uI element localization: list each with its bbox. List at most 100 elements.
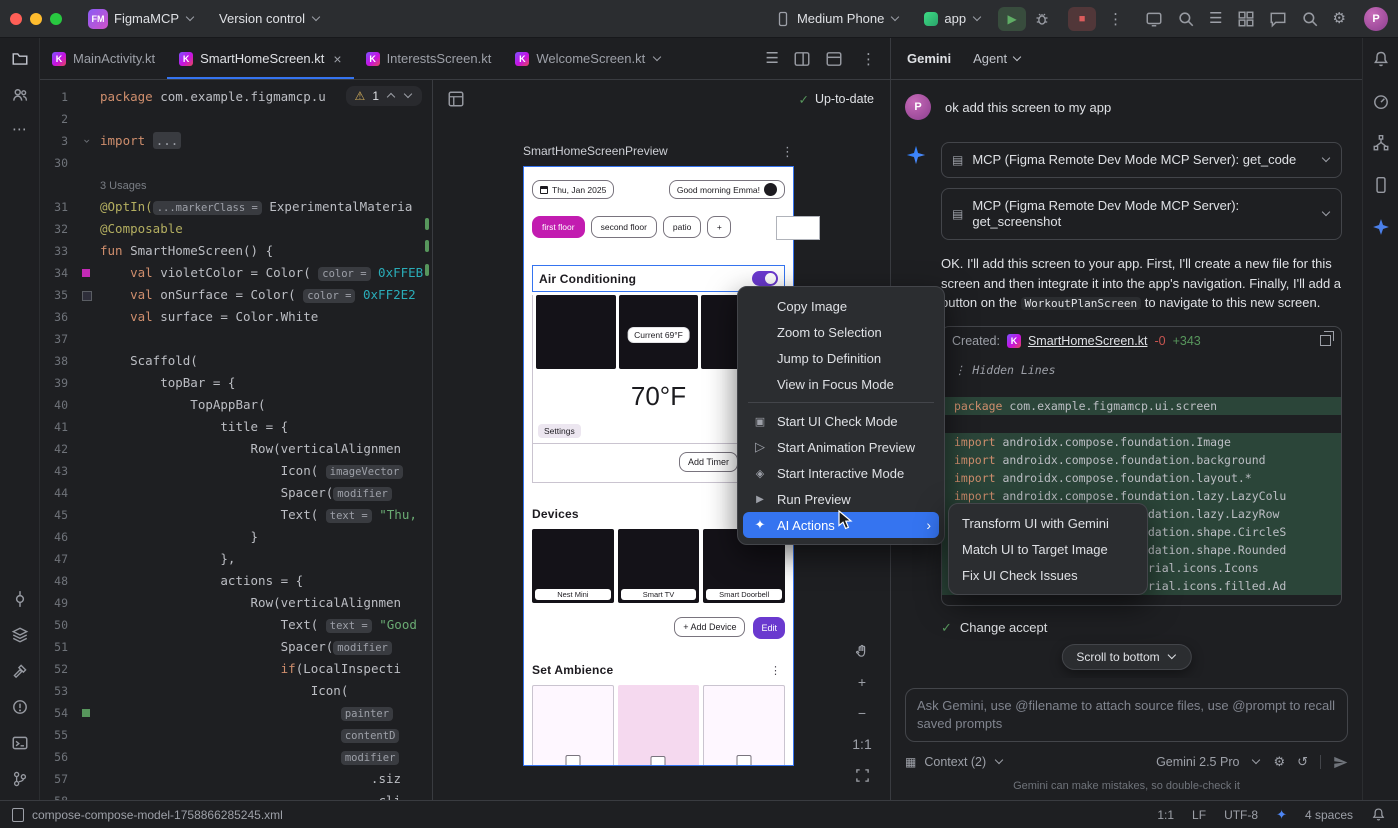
- editor-tab[interactable]: K MainActivity.kt: [40, 38, 167, 79]
- problems-icon[interactable]: [11, 698, 29, 716]
- minimize-window-button[interactable]: [30, 13, 42, 25]
- structure-icon[interactable]: [1372, 134, 1390, 152]
- pan-tool-icon[interactable]: [850, 640, 874, 662]
- ac-image-tile[interactable]: [536, 295, 616, 369]
- next-problem-icon[interactable]: [404, 90, 412, 98]
- project-folder-icon[interactable]: [11, 50, 29, 68]
- context-chip[interactable]: Context (2): [924, 755, 986, 769]
- tool-call-card[interactable]: ▤ MCP (Figma Remote Dev Mode MCP Server)…: [941, 142, 1342, 178]
- version-control-icon[interactable]: [11, 770, 29, 788]
- send-icon[interactable]: [1333, 755, 1348, 770]
- greeting-chip[interactable]: Good morning Emma!: [669, 180, 785, 199]
- ambience-more-icon[interactable]: ⋮: [770, 664, 781, 677]
- tab-agent[interactable]: Agent: [973, 51, 1022, 66]
- terminal-icon[interactable]: [11, 734, 29, 752]
- menu-item[interactable]: Run Preview: [743, 486, 939, 512]
- more-tools-icon[interactable]: ⋯: [12, 122, 27, 138]
- tab-gemini[interactable]: Gemini: [907, 51, 951, 66]
- expand-chevron-icon[interactable]: [1322, 154, 1330, 162]
- add-device-button[interactable]: + Add Device: [674, 617, 745, 637]
- preview-more-icon[interactable]: ⋮: [781, 144, 794, 160]
- ambience-tile[interactable]: [532, 685, 614, 766]
- submenu-item[interactable]: Fix UI Check Issues: [954, 562, 1142, 588]
- editor-tab[interactable]: K WelcomeScreen.kt: [503, 38, 674, 79]
- build-icon[interactable]: [11, 662, 29, 680]
- layers-icon[interactable]: [11, 626, 29, 644]
- floor-chip[interactable]: first floor: [532, 216, 585, 238]
- status-indent[interactable]: 4 spaces: [1305, 808, 1353, 822]
- floor-chip[interactable]: second floor: [591, 216, 657, 238]
- ambience-tile[interactable]: [703, 685, 785, 766]
- maximize-window-button[interactable]: [50, 13, 62, 25]
- stop-button[interactable]: ■: [1068, 7, 1096, 31]
- zoom-out-button[interactable]: −: [850, 702, 874, 724]
- search-everywhere-icon[interactable]: [1301, 10, 1319, 28]
- date-chip[interactable]: Thu, Jan 2025: [532, 180, 614, 199]
- settings-label[interactable]: Settings: [538, 424, 581, 438]
- menu-item[interactable]: Start Interactive Mode: [743, 460, 939, 486]
- ambience-tile[interactable]: [618, 685, 698, 766]
- status-line-separator[interactable]: LF: [1192, 808, 1206, 822]
- inspections-widget[interactable]: ⚠ 1: [346, 86, 422, 106]
- editor-tab[interactable]: K SmartHomeScreen.kt ×: [167, 38, 353, 79]
- device-selector[interactable]: Medium Phone: [767, 7, 908, 31]
- project-widget[interactable]: FM FigmaMCP: [80, 5, 203, 33]
- menu-item[interactable]: Copy Image: [743, 293, 939, 319]
- menu-item[interactable]: Start Animation Preview: [743, 434, 939, 460]
- expand-chevron-icon[interactable]: [1322, 208, 1330, 216]
- fit-screen-button[interactable]: [850, 764, 874, 786]
- previous-problem-icon[interactable]: [387, 92, 395, 100]
- profiler-icon[interactable]: [1372, 92, 1390, 110]
- submenu-item[interactable]: Transform UI with Gemini: [954, 510, 1142, 536]
- device-mirroring-icon[interactable]: [1145, 10, 1163, 28]
- model-selector[interactable]: Gemini 2.5 Pro: [1156, 755, 1239, 769]
- history-icon[interactable]: ↺: [1297, 754, 1308, 770]
- editor-tab[interactable]: K InterestsScreen.kt: [354, 38, 504, 79]
- commit-icon[interactable]: [11, 590, 29, 608]
- gemini-prompt-input[interactable]: Ask Gemini, use @filename to attach sour…: [905, 688, 1348, 742]
- ai-chat-icon[interactable]: [1269, 10, 1287, 28]
- status-encoding[interactable]: UTF-8: [1224, 808, 1258, 822]
- run-config-selector[interactable]: app: [916, 7, 990, 30]
- vcs-widget[interactable]: Version control: [211, 7, 329, 30]
- menu-item[interactable]: Start UI Check Mode: [743, 408, 939, 434]
- scroll-to-bottom-button[interactable]: Scroll to bottom: [1061, 644, 1191, 670]
- component-selection-handle[interactable]: [776, 216, 820, 240]
- menu-item[interactable]: Jump to Definition: [743, 345, 939, 371]
- more-run-actions-icon[interactable]: ⋮: [1104, 10, 1127, 28]
- run-button[interactable]: ▶: [998, 7, 1026, 31]
- ac-toggle[interactable]: [752, 271, 778, 286]
- preview-gallery-icon[interactable]: [447, 90, 465, 108]
- menu-item[interactable]: View in Focus Mode: [743, 371, 939, 397]
- debug-button[interactable]: [1034, 7, 1060, 31]
- layout-icon[interactable]: [825, 50, 843, 68]
- zoom-ratio-button[interactable]: 1:1: [850, 733, 874, 755]
- collaboration-icon[interactable]: [11, 86, 29, 104]
- submenu-item[interactable]: Match UI to Target Image: [954, 536, 1142, 562]
- close-tab-icon[interactable]: ×: [333, 51, 341, 67]
- search-projects-icon[interactable]: [1177, 10, 1195, 28]
- device-tile[interactable]: Smart TV: [618, 529, 700, 603]
- status-file-name[interactable]: compose-compose-model-1758866285245.xml: [32, 808, 283, 822]
- notifications-icon[interactable]: [1372, 50, 1390, 68]
- gear-icon[interactable]: ⚙: [1273, 754, 1285, 770]
- device-manager-icon[interactable]: [1372, 176, 1390, 194]
- device-tile[interactable]: Nest Mini: [532, 529, 614, 603]
- split-editor-icon[interactable]: [793, 50, 811, 68]
- profile-avatar[interactable]: P: [1364, 7, 1388, 31]
- main-menu-icon[interactable]: ☰: [1209, 11, 1222, 27]
- settings-icon[interactable]: ⚙: [1333, 11, 1346, 27]
- close-window-button[interactable]: [10, 13, 22, 25]
- edit-button[interactable]: Edit: [753, 617, 785, 639]
- zoom-in-button[interactable]: +: [850, 671, 874, 693]
- add-timer-button[interactable]: Add Timer: [679, 452, 738, 472]
- gemini-icon[interactable]: [1372, 218, 1390, 236]
- build-status[interactable]: ✓ Up-to-date: [798, 92, 874, 107]
- menu-item[interactable]: Zoom to Selection: [743, 319, 939, 345]
- gemini-status-icon[interactable]: ✦: [1276, 807, 1287, 823]
- list-icon[interactable]: ☰: [766, 51, 779, 67]
- preview-name[interactable]: SmartHomeScreenPreview: [523, 144, 668, 160]
- more-icon[interactable]: ⋮: [857, 50, 880, 68]
- floor-chip[interactable]: patio: [663, 216, 701, 238]
- code-editor[interactable]: 1package com.example.figmamcp.u23import …: [40, 80, 432, 800]
